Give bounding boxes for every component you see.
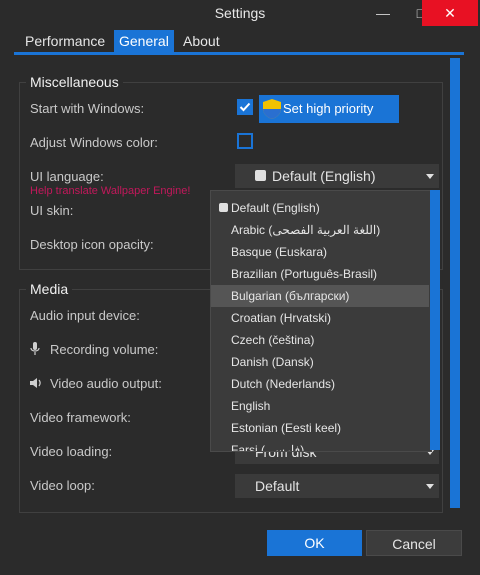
tab-about[interactable]: About — [178, 30, 225, 52]
help-translate-link[interactable]: Help translate Wallpaper Engine! — [30, 185, 190, 197]
language-option[interactable]: Farsi (فارسی) — [211, 439, 429, 451]
media-title: Media — [26, 281, 73, 297]
language-option[interactable]: Estonian (Eesti keel) — [211, 417, 429, 439]
start-with-windows-label: Start with Windows: — [30, 101, 145, 116]
set-high-priority-label: Set high priority — [283, 101, 374, 116]
language-option-label: Default (English) — [231, 201, 320, 215]
minimize-icon: — — [376, 5, 390, 21]
language-option[interactable]: Basque (Euskara) — [211, 241, 429, 263]
microphone-icon — [30, 342, 40, 355]
language-option[interactable]: English — [211, 395, 429, 417]
language-option-selected[interactable]: Bulgarian (български) — [211, 285, 429, 307]
language-option[interactable]: Brazilian (Português-Brasil) — [211, 263, 429, 285]
ui-language-label: UI language: — [30, 169, 104, 184]
language-option[interactable]: Croatian (Hrvatski) — [211, 307, 429, 329]
video-audio-output-label: Video audio output: — [50, 376, 162, 391]
shield-icon — [263, 99, 281, 119]
ok-button[interactable]: OK — [267, 530, 362, 556]
audio-input-device-label: Audio input device: — [30, 308, 140, 323]
video-loading-label: Video loading: — [30, 444, 113, 459]
chevron-down-icon — [426, 174, 434, 179]
close-icon: ✕ — [444, 5, 456, 21]
desktop-icon-opacity-label: Desktop icon opacity: — [30, 237, 154, 252]
cancel-button[interactable]: Cancel — [366, 530, 462, 556]
recording-volume-label: Recording volume: — [50, 342, 159, 357]
video-loop-select[interactable]: Default — [235, 474, 439, 498]
ui-language-value: Default (English) — [272, 168, 376, 184]
ui-language-select[interactable]: Default (English) — [235, 164, 439, 188]
language-option[interactable]: Default (English) — [211, 197, 429, 219]
ui-skin-label: UI skin: — [30, 203, 74, 218]
language-option[interactable]: Danish (Dansk) — [211, 351, 429, 373]
steam-icon — [219, 203, 228, 212]
start-with-windows-checkbox[interactable] — [237, 99, 253, 115]
adjust-windows-color-checkbox[interactable] — [237, 133, 253, 149]
video-loop-value: Default — [255, 478, 300, 494]
scrollbar[interactable] — [450, 58, 460, 508]
steam-icon — [255, 170, 266, 181]
close-button[interactable]: ✕ — [422, 0, 478, 26]
speaker-icon — [30, 378, 41, 388]
language-option[interactable]: Dutch (Nederlands) — [211, 373, 429, 395]
video-framework-label: Video framework: — [30, 410, 131, 425]
set-high-priority-button[interactable]: Set high priority — [259, 95, 399, 123]
video-loop-label: Video loop: — [30, 478, 95, 493]
tab-performance[interactable]: Performance — [20, 30, 110, 52]
adjust-windows-color-label: Adjust Windows color: — [30, 135, 158, 150]
dropdown-scrollbar[interactable] — [430, 190, 440, 450]
miscellaneous-title: Miscellaneous — [26, 74, 123, 90]
language-option[interactable]: Czech (čeština) — [211, 329, 429, 351]
language-dropdown: Default (English) Arabic (اللغة العربية … — [210, 190, 432, 452]
language-option[interactable]: Arabic (اللغة العربية الفصحى) — [211, 219, 429, 241]
chevron-down-icon — [426, 484, 434, 489]
tab-general[interactable]: General — [114, 30, 174, 52]
checkmark-icon — [239, 102, 251, 112]
